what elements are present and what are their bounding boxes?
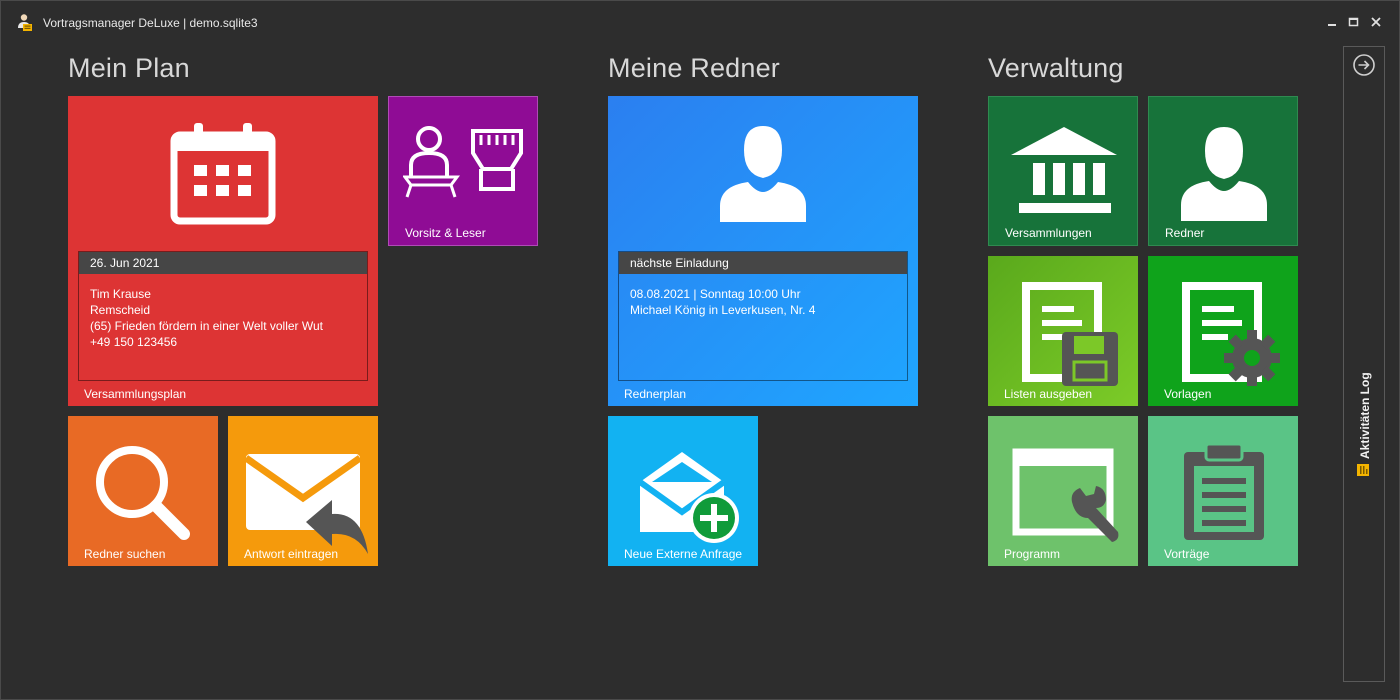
mail-add-icon: [638, 448, 742, 551]
tile-redner[interactable]: Redner: [1148, 96, 1298, 246]
person-icon: [1179, 123, 1269, 228]
arrow-right-circle-icon[interactable]: [1352, 53, 1376, 77]
tile-listen-ausgeben[interactable]: Listen ausgeben: [988, 256, 1138, 406]
tile-neue-externe-anfrage[interactable]: Neue Externe Anfrage: [608, 416, 758, 566]
log-icon: [1356, 463, 1373, 477]
chairman-reader-icon: [402, 125, 527, 206]
building-icon: [1009, 125, 1119, 222]
tile-label: Neue Externe Anfrage: [624, 547, 743, 561]
document-save-icon: [1020, 282, 1124, 393]
close-button[interactable]: [1367, 13, 1385, 31]
next-meeting-box: 26. Jun 2021 Tim Krause Remscheid (65) F…: [78, 251, 368, 381]
minimize-button[interactable]: [1323, 13, 1341, 31]
tile-label: Listen ausgeben: [1004, 387, 1093, 401]
document-settings-icon: [1180, 282, 1286, 393]
tile-label: Programm: [1004, 547, 1061, 561]
invitation-speaker: Michael König in Leverkusen, Nr. 4: [630, 303, 816, 317]
speaker-name: Tim Krause: [90, 287, 151, 301]
tile-programm[interactable]: Programm: [988, 416, 1138, 566]
tile-label: Redner: [1165, 226, 1205, 240]
tile-label: Vorsitz & Leser: [405, 226, 486, 240]
invitation-header: nächste Einladung: [619, 252, 907, 274]
tile-label: Vorlagen: [1164, 387, 1212, 401]
speaker-congregation: Remscheid: [90, 303, 151, 317]
tile-antwort-eintragen[interactable]: Antwort eintragen: [228, 416, 378, 566]
tile-label: Antwort eintragen: [244, 547, 339, 561]
activity-log-label: Aktivitäten Log: [1357, 372, 1372, 459]
invitation-date: 08.08.2021 | Sonntag 10:00 Uhr: [630, 287, 801, 301]
section-title-mein-plan: Mein Plan: [68, 53, 190, 83]
section-title-meine-redner: Meine Redner: [608, 53, 780, 83]
app-window: Vortragsmanager DeLuxe | demo.sqlite3 Me…: [0, 0, 1400, 700]
speaker-phone: +49 150 123456: [90, 335, 178, 349]
title-bar: Vortragsmanager DeLuxe | demo.sqlite3: [1, 1, 1399, 43]
speaker-person-icon: [718, 122, 808, 229]
program-window-wrench-icon: [1012, 448, 1124, 555]
meeting-date: 26. Jun 2021: [79, 252, 367, 274]
window-title: Vortragsmanager DeLuxe | demo.sqlite3: [43, 16, 258, 30]
tile-label: Rednerplan: [624, 387, 687, 401]
tile-redner-suchen[interactable]: Redner suchen: [68, 416, 218, 566]
tile-label: Redner suchen: [84, 547, 166, 561]
maximize-button[interactable]: [1345, 13, 1363, 31]
tile-label: Versammlungsplan: [84, 387, 187, 401]
tile-vortraege[interactable]: Vorträge: [1148, 416, 1298, 566]
next-invitation-box: nächste Einladung 08.08.2021 | Sonntag 1…: [618, 251, 908, 381]
app-user-icon: [17, 13, 33, 31]
talk-title: (65) Frieden fördern in einer Welt volle…: [90, 319, 323, 333]
tile-vorsitz-leser[interactable]: Vorsitz & Leser: [388, 96, 538, 246]
section-title-verwaltung: Verwaltung: [988, 53, 1124, 83]
tile-label: Versammlungen: [1005, 226, 1092, 240]
activity-log-tab[interactable]: Aktivitäten Log: [1356, 372, 1373, 477]
clipboard-icon: [1182, 442, 1266, 547]
tile-vorlagen[interactable]: Vorlagen: [1148, 256, 1298, 406]
activity-log-panel[interactable]: Aktivitäten Log: [1343, 46, 1385, 682]
tile-versammlungen[interactable]: Versammlungen: [988, 96, 1138, 246]
calendar-icon: [170, 121, 276, 230]
tile-label: Vorträge: [1164, 547, 1210, 561]
magnifier-icon: [92, 442, 194, 547]
tile-versammlungsplan[interactable]: 26. Jun 2021 Tim Krause Remscheid (65) F…: [68, 96, 378, 406]
tile-rednerplan[interactable]: nächste Einladung 08.08.2021 | Sonntag 1…: [608, 96, 918, 406]
